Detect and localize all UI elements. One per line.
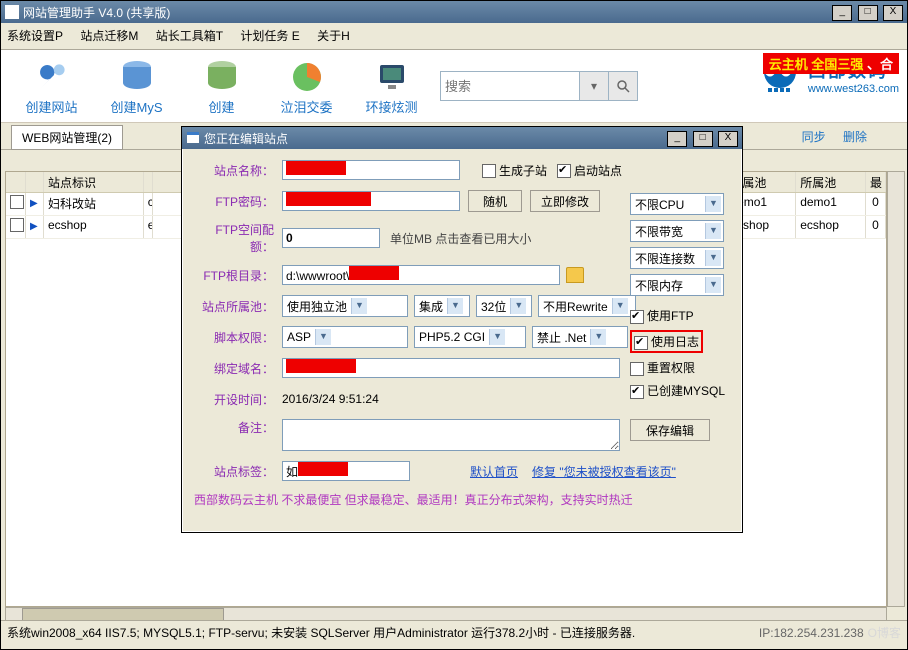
domain-input[interactable] [282,358,620,378]
conn-select[interactable]: 不限连接数▼ [630,247,724,269]
tag-input[interactable]: 如 [282,461,410,481]
right-column: 不限CPU▼ 不限带宽▼ 不限连接数▼ 不限内存▼ 使用FTP 使用日志 重置权… [630,193,730,441]
main-titlebar[interactable]: 网站管理助手 V4.0 (共享版) _ □ X [1,1,907,23]
mem-select[interactable]: 不限内存▼ [630,274,724,296]
menu-system[interactable]: 系统设置P [7,29,63,43]
minimize-button[interactable]: _ [832,5,852,21]
dialog-title: 您正在编辑站点 [204,130,665,147]
dialog-titlebar[interactable]: 您正在编辑站点 _ □ X [182,127,742,149]
change-now-button[interactable]: 立即修改 [530,190,600,212]
site-name-input[interactable] [282,160,460,180]
monitor-icon [372,57,412,97]
search-input[interactable] [441,73,579,99]
col-last[interactable]: 最 [866,172,886,192]
tool-5[interactable]: 环接炫测 [349,57,434,116]
wrench-icon [32,57,72,97]
random-button[interactable]: 随机 [468,190,522,212]
status-left: 系统win2008_x64 IIS7.5; MYSQL5.1; FTP-serv… [7,624,759,646]
main-window: 网站管理助手 V4.0 (共享版) _ □ X 系统设置P 站点迁移M 站长工具… [0,0,908,650]
ftp-root-input[interactable]: d:\wwwroot\ [282,265,560,285]
mysql-created-checkbox[interactable] [630,385,644,399]
menu-migrate[interactable]: 站点迁移M [80,29,138,43]
dialog-maximize-button[interactable]: □ [693,131,713,147]
search-box: ▾ [440,71,638,101]
ftp-quota-input[interactable] [282,228,380,248]
folder-icon[interactable] [566,267,584,283]
tab-web-manage[interactable]: WEB网站管理(2) [11,125,123,150]
brand-en: www.west263.com [808,83,899,95]
play-icon: ▶ [30,198,38,209]
pipeline-select[interactable]: 集成▼ [414,295,470,317]
menu-bar: 系统设置P 站点迁移M 站长工具箱T 计划任务 E 关于H [1,23,907,50]
bandwidth-select[interactable]: 不限带宽▼ [630,220,724,242]
promo-text: 西部数码云主机 不求最便宜 但求最稳定、最适用！真正分布式架构，支持实时热迁 [194,491,730,508]
menu-toolbox[interactable]: 站长工具箱T [156,29,223,43]
use-ftp-checkbox[interactable] [630,310,644,324]
save-edit-button[interactable]: 保存编辑 [630,419,710,441]
search-dropdown-button[interactable]: ▾ [579,72,608,100]
ftp-password-input[interactable] [282,191,460,211]
db2-icon [202,57,242,97]
search-icon [616,79,630,93]
maximize-button[interactable]: □ [858,5,878,21]
tool-4[interactable]: 泣泪交委 [264,57,349,116]
dialog-icon [186,131,200,145]
dotnet-select[interactable]: 禁止 .Net▼ [532,326,628,348]
bit-select[interactable]: 32位▼ [476,295,532,317]
main-title: 网站管理助手 V4.0 (共享版) [23,4,830,21]
cpu-select[interactable]: 不限CPU▼ [630,193,724,215]
app-icon [5,5,19,19]
col-site-id[interactable]: 站点标识 [44,172,144,192]
dialog-close-button[interactable]: X [718,131,738,147]
dialog-minimize-button[interactable]: _ [667,131,687,147]
tool-create-mysql[interactable]: 创建MyS [94,57,179,116]
vertical-scrollbar[interactable] [887,171,905,607]
start-site-checkbox[interactable] [557,164,571,178]
pie-icon [287,57,327,97]
pool-select[interactable]: 使用独立池▼ [282,295,408,317]
col-pool2[interactable]: 所属池 [796,172,866,192]
script-select[interactable]: ASP▼ [282,326,408,348]
window-controls: _ □ X [830,3,903,21]
search-button[interactable] [608,72,637,100]
default-page-link[interactable]: 默认首页 [470,463,518,480]
rewrite-select[interactable]: 不用Rewrite▼ [538,295,636,317]
use-log-checkbox[interactable] [634,336,648,350]
menu-about[interactable]: 关于H [317,29,350,43]
link-sync[interactable]: 同步 [802,130,826,144]
use-log-highlight: 使用日志 [630,330,703,353]
repair-link[interactable]: 修复 "您未被授权查看该页" [532,463,676,480]
status-ip: IP:182.254.231.238 [759,626,864,640]
open-time-value: 2016/3/24 9:51:24 [282,392,379,406]
tool-create-site[interactable]: 创建网站 [9,57,94,116]
menu-tasks[interactable]: 计划任务 E [240,29,299,43]
row-checkbox[interactable] [10,195,24,209]
tool-3[interactable]: 创建 [179,57,264,116]
status-bar: 系统win2008_x64 IIS7.5; MYSQL5.1; FTP-serv… [1,620,907,649]
link-delete[interactable]: 删除 [843,130,867,144]
remark-input[interactable] [282,419,620,451]
reset-perm-checkbox[interactable] [630,362,644,376]
red-banner: 云主机 全国三强 、合 [763,53,899,74]
row-checkbox[interactable] [10,218,24,232]
php-select[interactable]: PHP5.2 CGI▼ [414,326,526,348]
close-button[interactable]: X [883,5,903,21]
edit-site-dialog: 您正在编辑站点 _ □ X 站点名称： 生成子站 启动站点 FTP密码： 随机 … [181,126,743,533]
play-icon: ▶ [30,221,38,232]
database-icon [117,57,157,97]
gen-child-checkbox[interactable] [482,164,496,178]
